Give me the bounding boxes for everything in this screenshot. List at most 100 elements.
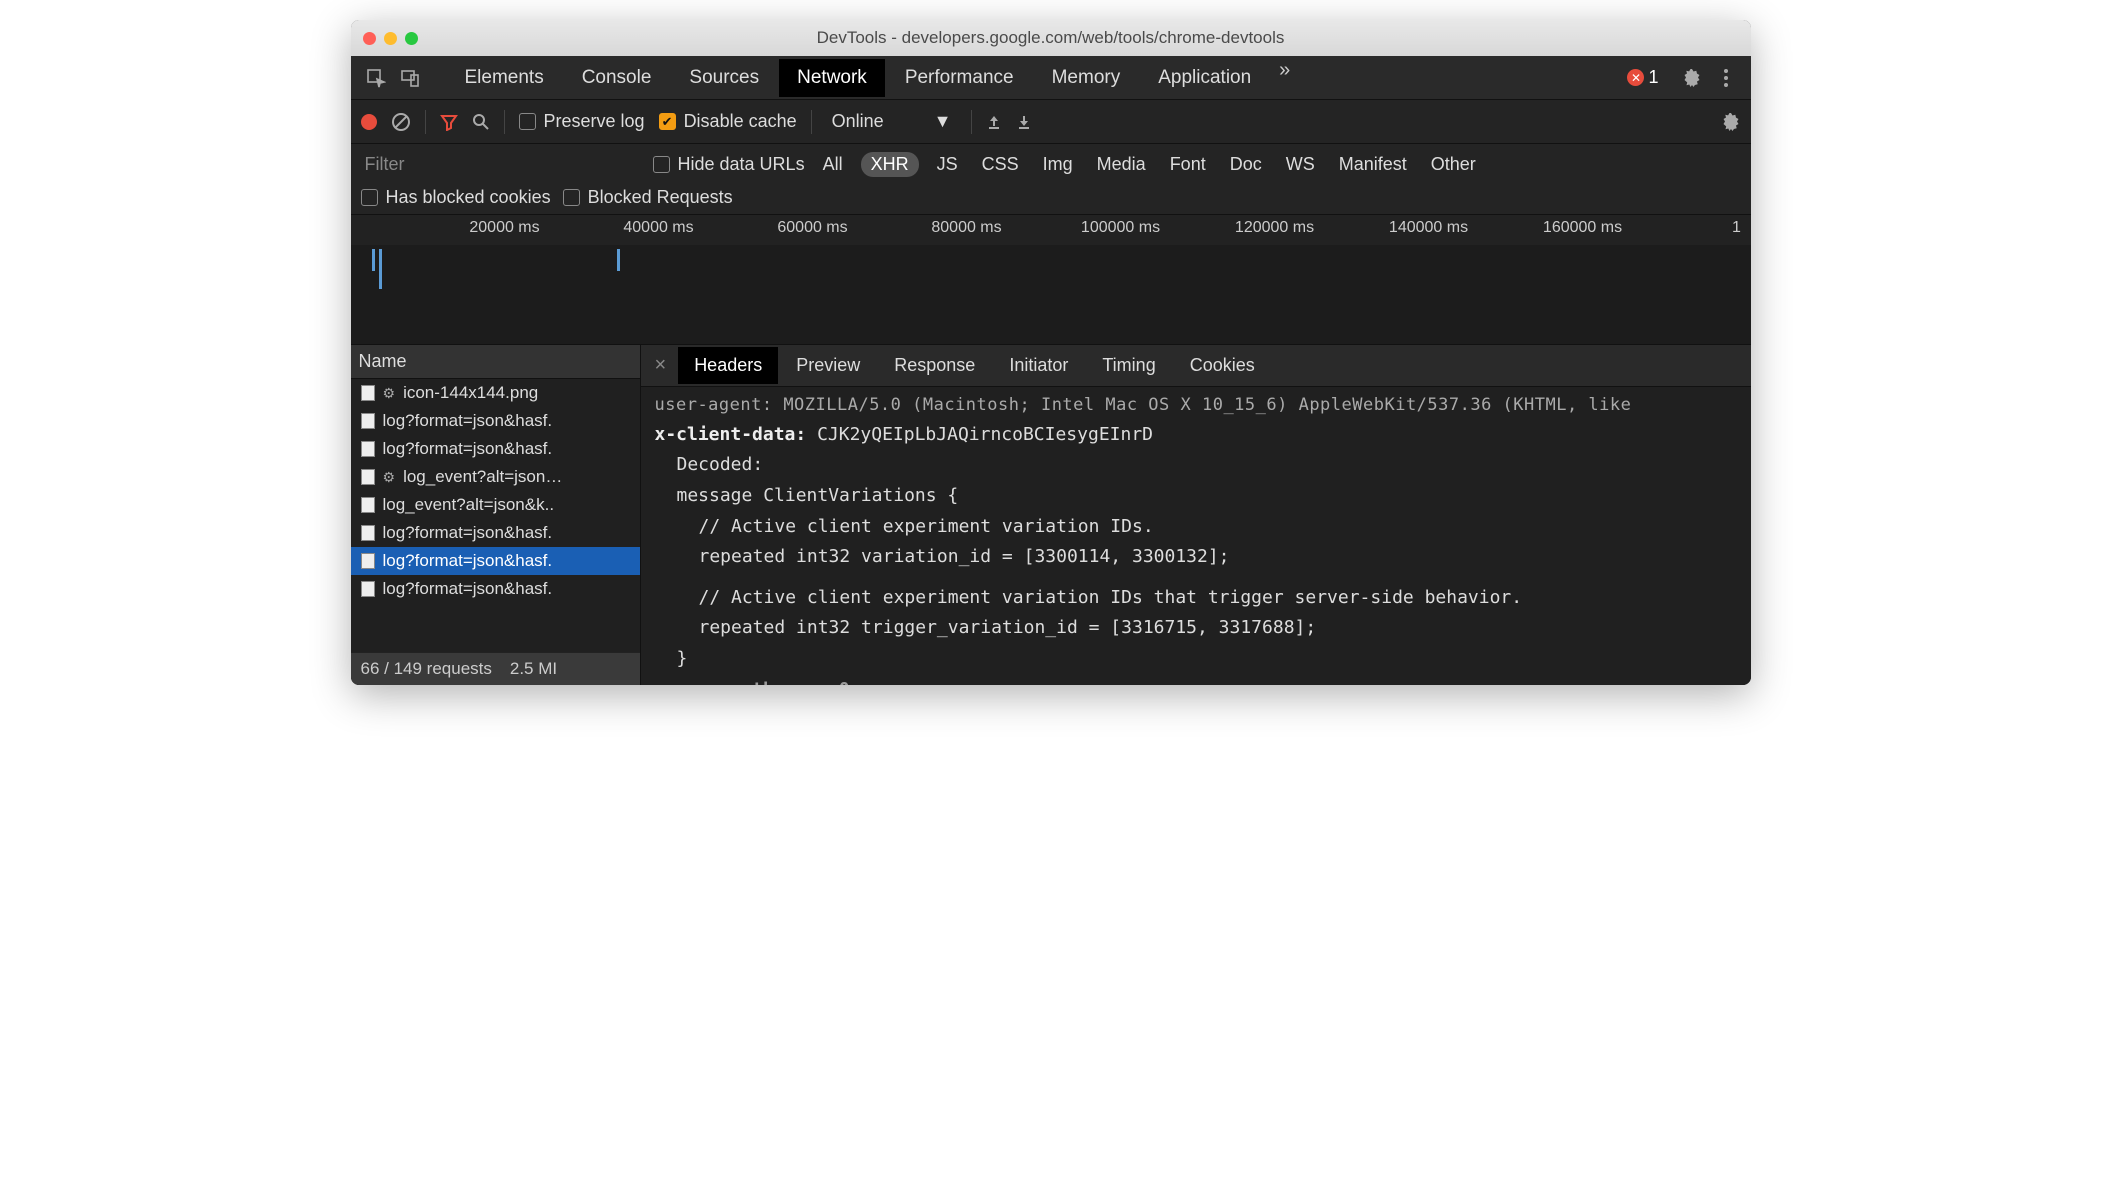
- request-row[interactable]: log?format=json&hasf.: [351, 407, 640, 435]
- tick-label: 80000 ms: [931, 219, 1001, 237]
- request-row[interactable]: log?format=json&hasf.: [351, 575, 640, 603]
- search-icon[interactable]: [472, 113, 490, 131]
- name-column-header[interactable]: Name: [351, 345, 640, 379]
- panel-tab-list: Elements Console Sources Network Perform…: [447, 59, 1299, 97]
- request-row[interactable]: ⚙ icon-144x144.png: [351, 379, 640, 407]
- user-agent-header: user-agent: MOZILLA/5.0 (Macintosh; Inte…: [655, 391, 1737, 420]
- filter-type-font[interactable]: Font: [1164, 152, 1212, 177]
- proto-line: message ClientVariations {: [655, 481, 1737, 512]
- request-list: Name ⚙ icon-144x144.png log?format=json&h…: [351, 345, 641, 685]
- preserve-log-checkbox[interactable]: Preserve log: [519, 111, 645, 132]
- filter-type-manifest[interactable]: Manifest: [1333, 152, 1413, 177]
- tab-timing[interactable]: Timing: [1086, 347, 1171, 384]
- filter-toggle-icon[interactable]: [440, 113, 458, 131]
- tab-response[interactable]: Response: [878, 347, 991, 384]
- has-blocked-cookies-label: Has blocked cookies: [386, 187, 551, 208]
- tick-label: 100000 ms: [1081, 219, 1160, 237]
- filter-type-xhr[interactable]: XHR: [861, 152, 919, 177]
- proto-line: repeated int32 variation_id = [3300114, …: [655, 542, 1737, 573]
- request-row[interactable]: log?format=json&hasf.: [351, 435, 640, 463]
- filter-input[interactable]: Filter: [361, 150, 641, 179]
- tab-preview[interactable]: Preview: [780, 347, 876, 384]
- x-client-data-key: x-client-data:: [655, 424, 807, 445]
- filter-type-media[interactable]: Media: [1091, 152, 1152, 177]
- window-title: DevTools - developers.google.com/web/too…: [351, 28, 1751, 48]
- filter-type-doc[interactable]: Doc: [1224, 152, 1268, 177]
- tick-label: 20000 ms: [469, 219, 539, 237]
- filter-type-css[interactable]: CSS: [976, 152, 1025, 177]
- status-footer: 66 / 149 requests 2.5 MI: [351, 652, 640, 685]
- blocked-requests-checkbox[interactable]: Blocked Requests: [563, 187, 733, 208]
- overview-timeline[interactable]: 20000 ms 40000 ms 60000 ms 80000 ms 1000…: [351, 215, 1751, 345]
- request-details: × Headers Preview Response Initiator Tim…: [641, 345, 1751, 685]
- tick-label: 160000 ms: [1543, 219, 1622, 237]
- decoded-label: Decoded:: [655, 450, 1737, 481]
- tab-console[interactable]: Console: [564, 59, 670, 97]
- tab-network[interactable]: Network: [779, 59, 885, 97]
- tab-cookies[interactable]: Cookies: [1174, 347, 1271, 384]
- gear-icon: ⚙: [383, 385, 396, 402]
- device-toolbar-icon[interactable]: [395, 63, 425, 93]
- proto-line: // Active client experiment variation ID…: [655, 512, 1737, 543]
- filter-type-js[interactable]: JS: [931, 152, 964, 177]
- tick-label: 60000 ms: [777, 219, 847, 237]
- error-count-value: 1: [1648, 67, 1658, 88]
- close-details-icon[interactable]: ×: [645, 354, 677, 377]
- request-name: log_event?alt=json&k..: [383, 495, 555, 515]
- throttling-select[interactable]: Online ▼: [826, 111, 958, 132]
- has-blocked-cookies-checkbox[interactable]: Has blocked cookies: [361, 187, 551, 208]
- request-name: log?format=json&hasf.: [383, 551, 553, 571]
- filter-type-ws[interactable]: WS: [1280, 152, 1321, 177]
- preserve-log-label: Preserve log: [544, 111, 645, 132]
- titlebar: DevTools - developers.google.com/web/too…: [351, 20, 1751, 56]
- dropdown-arrow-icon: ▼: [934, 111, 952, 132]
- request-row[interactable]: ⚙ log_event?alt=json…: [351, 463, 640, 491]
- kebab-menu-icon[interactable]: [1711, 63, 1741, 93]
- disable-cache-checkbox[interactable]: ✔ Disable cache: [659, 111, 797, 132]
- transfer-size: 2.5 MI: [510, 659, 557, 679]
- disable-cache-label: Disable cache: [684, 111, 797, 132]
- hide-data-urls-checkbox[interactable]: Hide data URLs: [653, 154, 805, 175]
- record-button[interactable]: [361, 114, 377, 130]
- network-settings-gear-icon[interactable]: [1721, 112, 1741, 132]
- request-row[interactable]: log?format=json&hasf.: [351, 547, 640, 575]
- proto-line: // Active client experiment variation ID…: [655, 583, 1737, 614]
- settings-gear-icon[interactable]: [1677, 63, 1707, 93]
- tick-label: 1: [1732, 219, 1741, 237]
- devtools-window: DevTools - developers.google.com/web/too…: [351, 20, 1751, 685]
- tab-memory[interactable]: Memory: [1034, 59, 1139, 97]
- request-row[interactable]: log?format=json&hasf.: [351, 519, 640, 547]
- clear-button[interactable]: [391, 112, 411, 132]
- upload-har-icon[interactable]: [986, 114, 1002, 130]
- gear-icon: ⚙: [383, 469, 396, 486]
- tab-elements[interactable]: Elements: [447, 59, 562, 97]
- error-count-badge[interactable]: ✕ 1: [1627, 67, 1658, 88]
- tab-headers[interactable]: Headers: [678, 347, 778, 384]
- request-name: log?format=json&hasf.: [383, 439, 553, 459]
- filter-type-other[interactable]: Other: [1425, 152, 1482, 177]
- details-tabs: × Headers Preview Response Initiator Tim…: [641, 345, 1751, 387]
- tab-application[interactable]: Application: [1140, 59, 1269, 97]
- tick-label: 120000 ms: [1235, 219, 1314, 237]
- hide-data-urls-label: Hide data URLs: [678, 154, 805, 175]
- request-row[interactable]: log_event?alt=json&k..: [351, 491, 640, 519]
- tab-sources[interactable]: Sources: [671, 59, 777, 97]
- x-goog-authuser-header: x-goog-authuser: 0: [655, 675, 1737, 685]
- download-har-icon[interactable]: [1016, 114, 1032, 130]
- inspect-element-icon[interactable]: [361, 63, 391, 93]
- request-name: log_event?alt=json…: [403, 467, 562, 487]
- filter-bar: Filter Hide data URLs All XHR JS CSS Img…: [351, 144, 1751, 215]
- filter-type-all[interactable]: All: [817, 152, 849, 177]
- headers-body: user-agent: MOZILLA/5.0 (Macintosh; Inte…: [641, 387, 1751, 685]
- filter-type-img[interactable]: Img: [1037, 152, 1079, 177]
- network-content: Name ⚙ icon-144x144.png log?format=json&h…: [351, 345, 1751, 685]
- proto-line: repeated int32 trigger_variation_id = [3…: [655, 613, 1737, 644]
- tab-initiator[interactable]: Initiator: [993, 347, 1084, 384]
- request-name: log?format=json&hasf.: [383, 411, 553, 431]
- tab-performance[interactable]: Performance: [887, 59, 1032, 97]
- request-name: icon-144x144.png: [403, 383, 538, 403]
- error-icon: ✕: [1627, 69, 1644, 86]
- tabs-overflow-button[interactable]: »: [1271, 59, 1298, 97]
- x-client-data-value: CJK2yQEIpLbJAQirncoBCIesygEInrD: [817, 424, 1153, 445]
- network-toolbar: Preserve log ✔ Disable cache Online ▼: [351, 100, 1751, 144]
